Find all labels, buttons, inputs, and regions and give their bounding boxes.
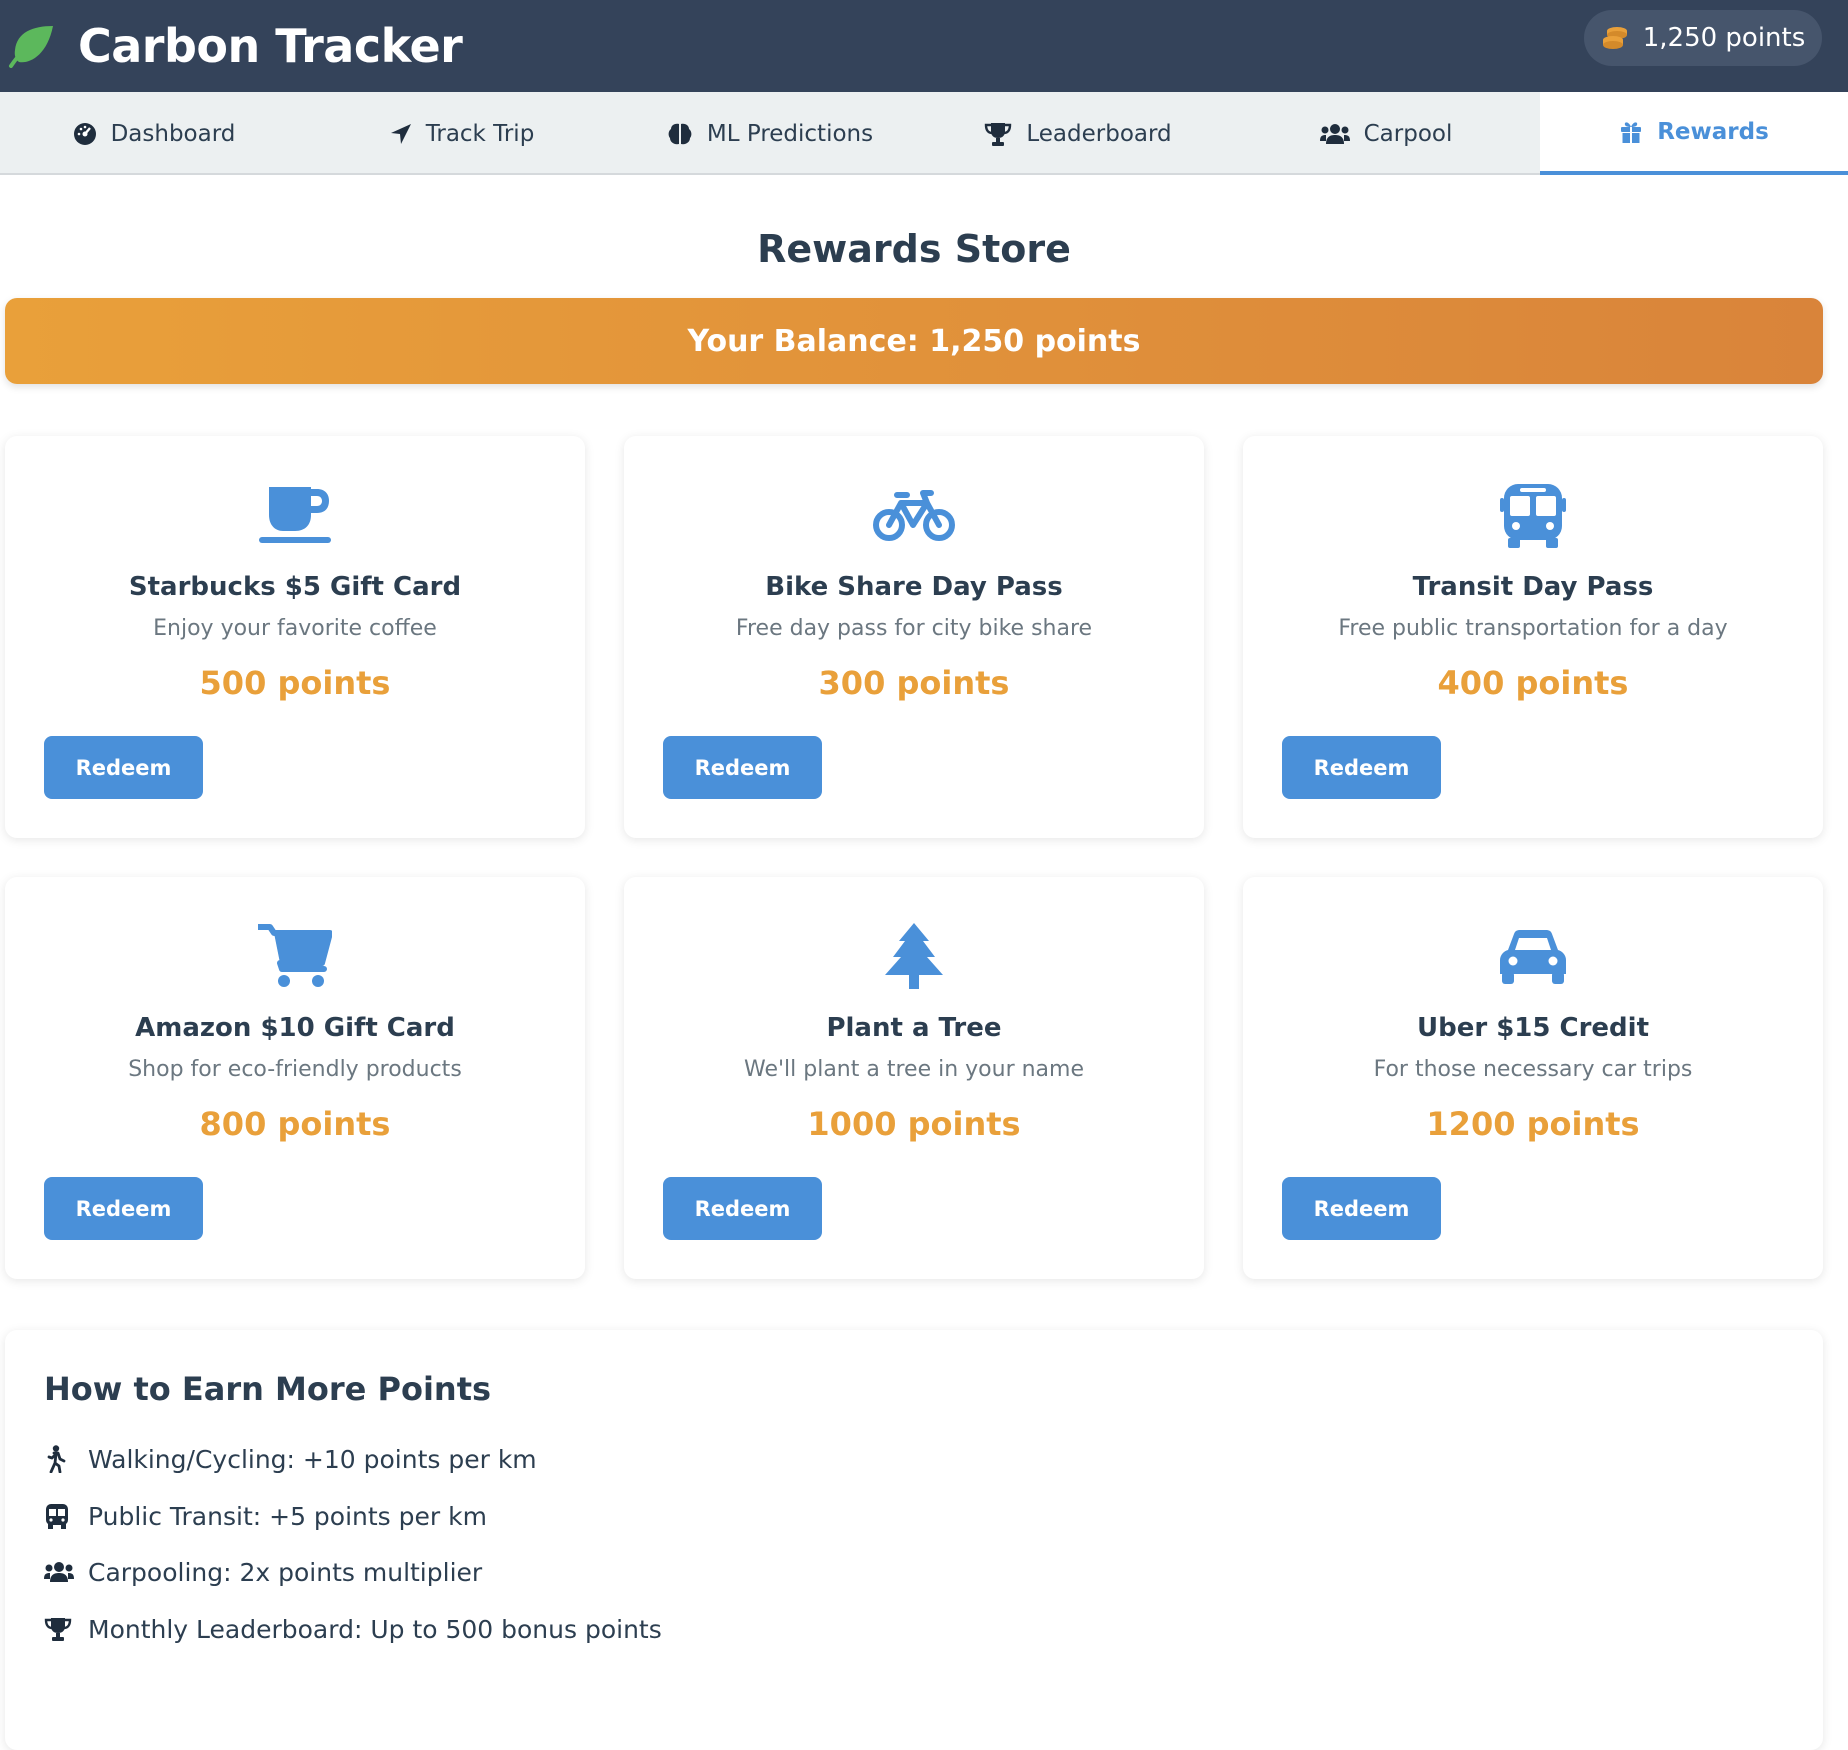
tree-icon bbox=[624, 921, 1204, 991]
tab-label: Carpool bbox=[1363, 120, 1453, 147]
app-title: Carbon Tracker bbox=[78, 19, 463, 73]
redeem-button[interactable]: Redeem bbox=[44, 736, 203, 799]
reward-cost: 400 points bbox=[1437, 664, 1629, 702]
tab-leaderboard[interactable]: Leaderboard bbox=[924, 92, 1232, 175]
reward-card-plant-tree: Plant a Tree We'll plant a tree in your … bbox=[624, 877, 1204, 1279]
coins-icon bbox=[1601, 26, 1629, 50]
earn-item-text: Carpooling: 2x points multiplier bbox=[88, 1557, 483, 1587]
reward-card-starbucks: Starbucks $5 Gift Card Enjoy your favori… bbox=[5, 436, 585, 838]
earn-points-section: How to Earn More Points Walking/Cycling:… bbox=[5, 1330, 1823, 1750]
reward-cost: 1200 points bbox=[1426, 1105, 1640, 1143]
users-icon bbox=[1319, 123, 1350, 145]
earn-item: Carpooling: 2x points multiplier bbox=[44, 1552, 482, 1592]
reward-cost: 800 points bbox=[199, 1105, 391, 1143]
reward-card-transit: Transit Day Pass Free public transportat… bbox=[1243, 436, 1823, 838]
bicycle-icon bbox=[624, 480, 1204, 550]
car-icon bbox=[1243, 921, 1823, 991]
reward-name: Plant a Tree bbox=[826, 1013, 1002, 1043]
tab-carpool[interactable]: Carpool bbox=[1232, 92, 1540, 175]
trophy-icon bbox=[984, 121, 1012, 147]
reward-card-amazon: Amazon $10 Gift Card Shop for eco-friend… bbox=[5, 877, 585, 1279]
reward-name: Starbucks $5 Gift Card bbox=[128, 572, 462, 602]
location-arrow-icon bbox=[390, 123, 412, 145]
redeem-button[interactable]: Redeem bbox=[1282, 1177, 1441, 1240]
redeem-button[interactable]: Redeem bbox=[663, 1177, 822, 1240]
redeem-button[interactable]: Redeem bbox=[663, 736, 822, 799]
reward-name: Uber $15 Credit bbox=[1416, 1013, 1650, 1043]
tab-ml-predictions[interactable]: ML Predictions bbox=[616, 92, 924, 175]
reward-name: Bike Share Day Pass bbox=[765, 572, 1063, 602]
page-title: Rewards Store bbox=[757, 227, 1071, 271]
earn-item-text: Public Transit: +5 points per km bbox=[88, 1501, 487, 1531]
reward-description: For those necessary car trips bbox=[1373, 1057, 1693, 1082]
reward-name: Transit Day Pass bbox=[1412, 572, 1654, 602]
users-icon bbox=[44, 1561, 88, 1583]
reward-description: We'll plant a tree in your name bbox=[743, 1057, 1084, 1082]
reward-card-bike-share: Bike Share Day Pass Free day pass for ci… bbox=[624, 436, 1204, 838]
tab-label: Rewards bbox=[1657, 118, 1769, 145]
earn-item: Walking/Cycling: +10 points per km bbox=[44, 1439, 537, 1479]
points-display: 1,250 points bbox=[1642, 23, 1806, 53]
tab-label: Leaderboard bbox=[1026, 120, 1172, 147]
section-title: How to Earn More Points bbox=[44, 1370, 492, 1408]
reward-cost: 500 points bbox=[199, 664, 391, 702]
reward-description: Free day pass for city bike share bbox=[735, 616, 1093, 641]
brain-icon bbox=[667, 122, 693, 146]
reward-description: Enjoy your favorite coffee bbox=[153, 616, 437, 641]
app-header: Carbon Tracker 1,250 points bbox=[0, 0, 1848, 92]
tab-label: Track Trip bbox=[425, 120, 535, 147]
tab-dashboard[interactable]: Dashboard bbox=[0, 92, 308, 175]
points-badge: 1,250 points bbox=[1584, 10, 1822, 66]
reward-cost: 1000 points bbox=[807, 1105, 1021, 1143]
tab-track-trip[interactable]: Track Trip bbox=[308, 92, 616, 175]
main-nav: Dashboard Track Trip ML Predictions Lead… bbox=[0, 92, 1848, 175]
walking-icon bbox=[44, 1445, 88, 1473]
bus-icon bbox=[1243, 480, 1823, 550]
reward-description: Free public transportation for a day bbox=[1338, 616, 1728, 641]
leaf-icon bbox=[6, 21, 56, 71]
bus-icon bbox=[44, 1503, 88, 1529]
gauge-icon bbox=[73, 122, 97, 146]
reward-cost: 300 points bbox=[818, 664, 1010, 702]
trophy-icon bbox=[44, 1616, 88, 1642]
tab-label: Dashboard bbox=[110, 120, 236, 147]
gift-icon bbox=[1619, 120, 1643, 144]
reward-card-uber: Uber $15 Credit For those necessary car … bbox=[1243, 877, 1823, 1279]
earn-item-text: Monthly Leaderboard: Up to 500 bonus poi… bbox=[88, 1614, 662, 1644]
earn-item-text: Walking/Cycling: +10 points per km bbox=[88, 1444, 537, 1474]
reward-description: Shop for eco-friendly products bbox=[128, 1057, 462, 1082]
redeem-button[interactable]: Redeem bbox=[1282, 736, 1441, 799]
shopping-cart-icon bbox=[5, 921, 585, 991]
tab-rewards[interactable]: Rewards bbox=[1540, 92, 1848, 175]
reward-name: Amazon $10 Gift Card bbox=[135, 1013, 455, 1043]
balance-banner: Your Balance: 1,250 points bbox=[5, 298, 1823, 384]
coffee-icon bbox=[5, 480, 585, 550]
redeem-button[interactable]: Redeem bbox=[44, 1177, 203, 1240]
earn-item: Monthly Leaderboard: Up to 500 bonus poi… bbox=[44, 1609, 662, 1649]
tab-label: ML Predictions bbox=[706, 120, 874, 147]
earn-item: Public Transit: +5 points per km bbox=[44, 1496, 487, 1536]
